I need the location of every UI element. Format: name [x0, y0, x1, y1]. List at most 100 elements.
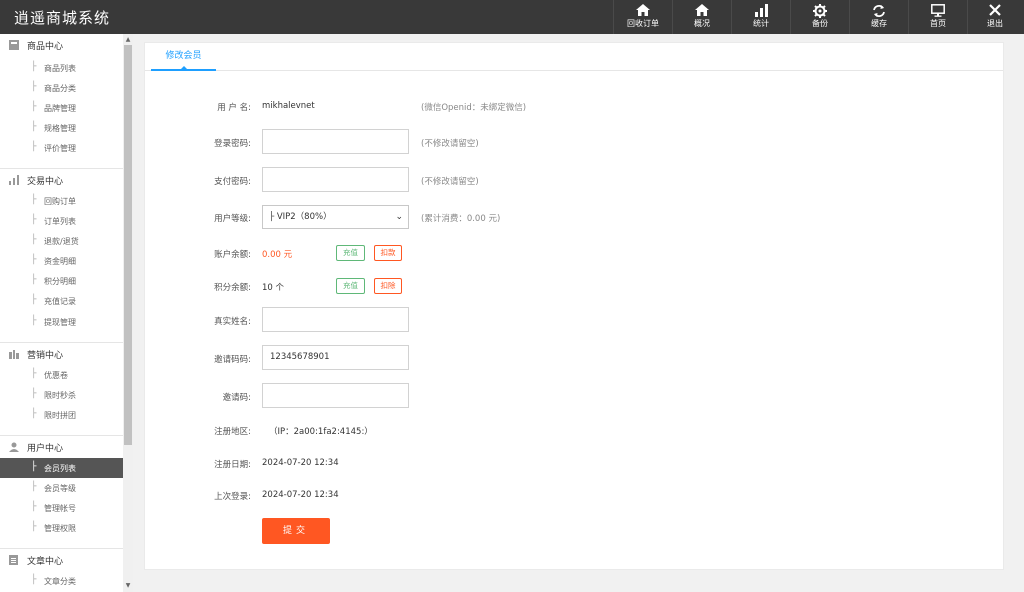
nav-recycle-orders[interactable]: 回收订单: [614, 0, 672, 34]
scroll-up-arrow-icon[interactable]: ▲: [124, 36, 132, 44]
sidebar-item-recharge-record[interactable]: ├ 充值记录: [0, 291, 123, 311]
sidebar-item-withdraw[interactable]: ├ 提现管理: [0, 312, 123, 332]
sidebar-item-label: 规格管理: [44, 124, 76, 133]
balance-value: 0.00 元: [262, 250, 293, 260]
sidebar: 商品中心 ├ 商品列表 ├ 商品分类 ├ 品牌管理 ├ 规格管理 ├ 评价管理 交易中心 …: [0, 34, 133, 592]
sidebar-item-product-category[interactable]: ├ 商品分类: [0, 78, 123, 98]
nav-label: 缓存: [871, 19, 887, 28]
sidebar-group-article[interactable]: 文章中心: [0, 548, 123, 570]
sidebar-item-article-category[interactable]: ├ 文章分类: [0, 571, 123, 591]
sidebar-item-label: 提现管理: [44, 318, 76, 327]
tree-branch: ├: [31, 195, 37, 205]
last-login-value: 2024-07-20 12:34: [262, 490, 339, 500]
nav-cache[interactable]: 缓存: [850, 0, 908, 34]
sidebar-item-label: 限时秒杀: [44, 391, 76, 400]
inviter-input[interactable]: [262, 383, 409, 408]
sidebar-group-trade[interactable]: 交易中心: [0, 168, 123, 190]
nav-statistics[interactable]: 统计: [732, 0, 790, 34]
balance-label: 账户余额:: [214, 250, 251, 260]
sidebar-scroll-thumb[interactable]: [124, 45, 132, 445]
sidebar-item-buyback-orders[interactable]: ├ 回购订单: [0, 191, 123, 211]
sidebar-item-order-list[interactable]: ├ 订单列表: [0, 211, 123, 231]
sidebar-group-goods[interactable]: 商品中心: [0, 34, 123, 56]
tree-branch: ├: [31, 215, 37, 225]
tree-branch: ├: [31, 295, 37, 305]
nav-home[interactable]: 首页: [909, 0, 967, 34]
scroll-down-arrow-icon[interactable]: ▼: [124, 582, 132, 590]
invite-code-input[interactable]: 12345678901: [262, 345, 409, 370]
invite-code-label: 邀请码码:: [214, 355, 251, 365]
points-deduct-button[interactable]: 扣除: [374, 278, 402, 294]
sidebar-item-label: 品牌管理: [44, 104, 76, 113]
tree-branch: ├: [31, 369, 37, 379]
login-password-label: 登录密码:: [214, 139, 251, 149]
tree-branch: ├: [31, 502, 37, 512]
sidebar-item-coupons[interactable]: ├ 优惠卷: [0, 365, 123, 385]
login-password-input[interactable]: [262, 129, 409, 154]
sidebar-item-group-buy[interactable]: ├ 限时拼团: [0, 405, 123, 425]
balance-deduct-button[interactable]: 扣款: [374, 245, 402, 261]
top-bar: 逍遥商城系统 回收订单 概况 统计 备份 缓存 首页 退出: [0, 0, 1024, 34]
balance-recharge-button[interactable]: 充值: [336, 245, 365, 261]
sidebar-item-admin-accounts[interactable]: ├ 管理帐号: [0, 498, 123, 518]
bar-chart-icon: [9, 175, 19, 185]
tree-branch: ├: [31, 389, 37, 399]
app-title: 逍遥商城系统: [14, 9, 111, 27]
sidebar-item-label: 会员列表: [44, 464, 76, 473]
sidebar-item-brand[interactable]: ├ 品牌管理: [0, 98, 123, 118]
tree-branch: ├: [31, 122, 37, 132]
refresh-icon: [850, 0, 908, 19]
register-date-label: 注册日期:: [214, 460, 251, 470]
tree-branch: ├: [31, 482, 37, 492]
document-icon: [9, 555, 19, 565]
username-value: mikhalevnet: [262, 101, 315, 111]
close-icon: [966, 0, 1024, 19]
sidebar-group-user[interactable]: 用户中心: [0, 435, 123, 457]
region-value: （IP：2a00:1fa2:4145:）: [269, 427, 373, 437]
sidebar-item-spec[interactable]: ├ 规格管理: [0, 118, 123, 138]
nav-overview[interactable]: 概况: [673, 0, 731, 34]
monitor-icon: [909, 0, 967, 19]
sidebar-item-member-level[interactable]: ├ 会员等级: [0, 478, 123, 498]
sidebar-item-member-list[interactable]: ├ 会员列表: [0, 458, 123, 478]
home-icon: [614, 0, 672, 19]
points-recharge-button[interactable]: 充值: [336, 278, 365, 294]
nav-label: 首页: [930, 19, 946, 28]
sidebar-item-label: 文章分类: [44, 577, 76, 586]
sidebar-item-label: 回购订单: [44, 197, 76, 206]
row-inviter: 邀请码:: [145, 383, 1003, 409]
username-label: 用 户 名:: [217, 103, 251, 113]
row-login-password: 登录密码: (不修改请留空): [145, 129, 1003, 155]
tree-branch: ├: [31, 82, 37, 92]
tree-branch: ├: [31, 462, 37, 472]
sidebar-item-label: 商品分类: [44, 84, 76, 93]
user-level-select[interactable]: ├ VIP2（80%） ⌄: [262, 205, 409, 229]
tab-bar: 修改会员: [145, 43, 1003, 71]
nav-label: 概况: [694, 19, 710, 28]
pay-password-input[interactable]: [262, 167, 409, 192]
sidebar-item-label: 充值记录: [44, 297, 76, 306]
sidebar-item-flash-sale[interactable]: ├ 限时秒杀: [0, 385, 123, 405]
tree-branch: ├: [31, 235, 37, 245]
tree-branch: ├: [31, 409, 37, 419]
row-user-level: 用户等级: ├ VIP2（80%） ⌄ (累计消费：0.00 元): [145, 205, 1003, 231]
points-value: 10 个: [262, 283, 285, 293]
sidebar-item-review[interactable]: ├ 评价管理: [0, 138, 123, 158]
nav-logout[interactable]: 退出: [966, 0, 1024, 34]
submit-button[interactable]: 提交: [262, 518, 330, 544]
sidebar-item-product-list[interactable]: ├ 商品列表: [0, 58, 123, 78]
sidebar-item-fund-detail[interactable]: ├ 资金明细: [0, 251, 123, 271]
sidebar-item-admin-permissions[interactable]: ├ 管理权限: [0, 518, 123, 538]
sidebar-item-label: 订单列表: [44, 217, 76, 226]
row-region: 注册地区: （IP：2a00:1fa2:4145:）: [145, 425, 1003, 451]
sidebar-item-points-detail[interactable]: ├ 积分明细: [0, 271, 123, 291]
sidebar-item-refund[interactable]: ├ 退款/退货: [0, 231, 123, 251]
tab-caret-icon: [180, 66, 188, 70]
sidebar-group-label: 营销中心: [27, 351, 64, 361]
row-balance: 账户余额: 0.00 元 充值 扣款: [145, 243, 1003, 269]
real-name-input[interactable]: [262, 307, 409, 332]
nav-backup[interactable]: 备份: [791, 0, 849, 34]
user-level-label: 用户等级:: [214, 214, 251, 224]
user-level-value: ├ VIP2（80%）: [269, 212, 332, 222]
sidebar-group-marketing[interactable]: 营销中心: [0, 342, 123, 364]
